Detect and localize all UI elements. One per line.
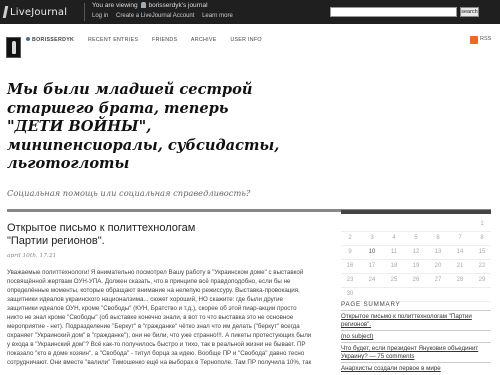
- journal-subtitle: Социальная помощь или социальная справед…: [7, 188, 251, 198]
- search-button[interactable]: search: [460, 7, 479, 17]
- nav-recent-entries[interactable]: RECENT ENTRIES: [88, 37, 138, 43]
- user-icon: [141, 2, 147, 8]
- calendar-day: 25: [390, 277, 398, 283]
- entry-body-line: у входа в "Украинский дом"? Всё как-то п…: [7, 341, 306, 348]
- calendar-row-line: [341, 273, 491, 274]
- calendar-day: 7: [458, 235, 462, 241]
- calendar-day: 8: [480, 235, 484, 241]
- entry-date: april 10th, 17:21: [7, 253, 57, 259]
- entry-body-line: защитники идеалов украинского националзи…: [7, 296, 283, 303]
- nav-user-info[interactable]: USER INFO: [230, 37, 262, 43]
- pencil-icon: [2, 6, 9, 18]
- nav-journal-name[interactable]: BORISSERDYK: [26, 37, 74, 43]
- calendar-day: 3: [370, 235, 374, 241]
- calendar-row-line: [341, 245, 491, 246]
- entry-body-line: защитники идеалов ОУН, кроме "Свободы" (…: [7, 305, 297, 312]
- divider: [84, 3, 85, 21]
- calendar-day: 27: [434, 277, 442, 283]
- calendar-day: 6: [436, 235, 440, 241]
- userpic-figure: [12, 41, 16, 54]
- calendar-day: 28: [456, 277, 464, 283]
- journal-title-line: минипенсиоралы, субсидасты,: [7, 136, 280, 154]
- viewing-user-link[interactable]: borisserdyk's journal: [148, 2, 207, 9]
- entry-body-line: показало "кто в доме хозяин", а "Свобода…: [7, 350, 305, 357]
- calendar-day: 12: [412, 249, 420, 255]
- calendar-day: 30: [346, 291, 354, 297]
- nav-friends[interactable]: FRIENDS: [152, 37, 177, 43]
- divider: [341, 342, 491, 343]
- rss-label[interactable]: RSS: [480, 36, 491, 42]
- calendar-day: 29: [478, 277, 486, 283]
- calendar-day: 9: [348, 249, 352, 255]
- search-input[interactable]: [330, 7, 457, 17]
- calendar-day: 5: [414, 235, 418, 241]
- calendar-day: 15: [478, 249, 486, 255]
- journal-title-line: льготоглоты: [7, 155, 130, 172]
- calendar-row-line: [341, 231, 491, 232]
- page-summary-heading: PAGE SUMMARY: [341, 301, 401, 308]
- calendar-day: 21: [456, 263, 464, 269]
- summary-link[interactable]: Открытое письмо к политтехнологам "Парти…: [341, 313, 493, 329]
- divider: [341, 310, 491, 311]
- entry-title-line: "Партии регионов".: [7, 235, 105, 247]
- calendar-day: 26: [412, 277, 420, 283]
- create-account-link[interactable]: Create a LiveJournal Account: [116, 13, 194, 19]
- divider: [341, 330, 491, 331]
- login-link[interactable]: Log in: [92, 13, 108, 19]
- calendar-header-bar: [341, 210, 491, 214]
- calendar-day: 24: [368, 277, 376, 283]
- journal-nav: BORISSERDYK RECENT ENTRIES FRIENDS ARCHI…: [26, 37, 274, 43]
- calendar-day: 14: [456, 249, 464, 255]
- calendar-day: 19: [412, 263, 420, 269]
- journal-title-line: старшего брата, теперь: [7, 99, 229, 117]
- entry-body-line: никто не знал кроме "Свободы" (об выстав…: [7, 314, 294, 321]
- rss-icon[interactable]: [470, 36, 478, 44]
- livejournal-logo-text: LiveJournal: [10, 6, 68, 18]
- calendar-day: 23: [346, 277, 354, 283]
- nav-archive[interactable]: ARCHIVE: [191, 37, 217, 43]
- entry-body-line: Уважаемые политтехнологи! Я внимательно …: [7, 269, 304, 276]
- calendar-row-line: [341, 259, 491, 260]
- entry-body-line: определённые моменты, которые обращают в…: [7, 287, 300, 294]
- summary-link[interactable]: Анархисты создали первое в мире: [341, 365, 493, 373]
- entry-body-line: посвящённой жертвам ОУН-УПА. Должен сказ…: [7, 278, 291, 285]
- entry-body-line: охраняет "Украинский дом" в "гражданке")…: [7, 332, 312, 339]
- entry-title-line: Открытое письмо к политтехнологам: [7, 222, 196, 234]
- learn-more-link[interactable]: Learn more: [202, 13, 233, 19]
- calendar-day: 18: [390, 263, 398, 269]
- journal-title: Мы были младшей сестрой старшего брата, …: [7, 81, 327, 174]
- user-icon: [26, 37, 30, 41]
- summary-link[interactable]: Что будет, если президент Януковия объед…: [341, 345, 493, 361]
- calendar-day: 2: [348, 235, 352, 241]
- summary-link[interactable]: (no subject): [341, 333, 493, 341]
- livejournal-logo[interactable]: LiveJournal: [2, 4, 68, 20]
- userpic-avatar[interactable]: [6, 37, 21, 58]
- calendar-day: 17: [368, 263, 376, 269]
- entry-title[interactable]: Открытое письмо к политтехнологам "Парти…: [7, 222, 327, 248]
- livejournal-top-bar: LiveJournal You are viewing borisserdyk'…: [0, 0, 500, 24]
- calendar-day: 13: [434, 249, 442, 255]
- divider: [341, 362, 491, 363]
- calendar-day: 4: [392, 235, 396, 241]
- calendar-day[interactable]: 10: [365, 249, 379, 255]
- journal-title-line: "ДЕТИ ВОЙНЫ",: [7, 118, 152, 135]
- calendar-day: 22: [478, 263, 486, 269]
- calendar-day: 1: [480, 221, 484, 227]
- calendar-row-line: [341, 287, 491, 288]
- viewing-prefix: You are viewing: [92, 2, 138, 9]
- account-links: Log in Create a LiveJournal Account Lear…: [92, 13, 239, 19]
- journal-title-line: Мы были младшей сестрой: [7, 81, 253, 98]
- calendar-day: 16: [346, 263, 354, 269]
- calendar-day: 20: [434, 263, 442, 269]
- entry-body-line: сотрудничают. Они вместе "валили" Тимоше…: [7, 359, 312, 366]
- viewing-journal-text: You are viewing borisserdyk's journal: [92, 2, 208, 9]
- entry-body-line: мероприятие - нет). Подразделение "Берку…: [7, 323, 300, 330]
- calendar-day: 11: [390, 249, 398, 255]
